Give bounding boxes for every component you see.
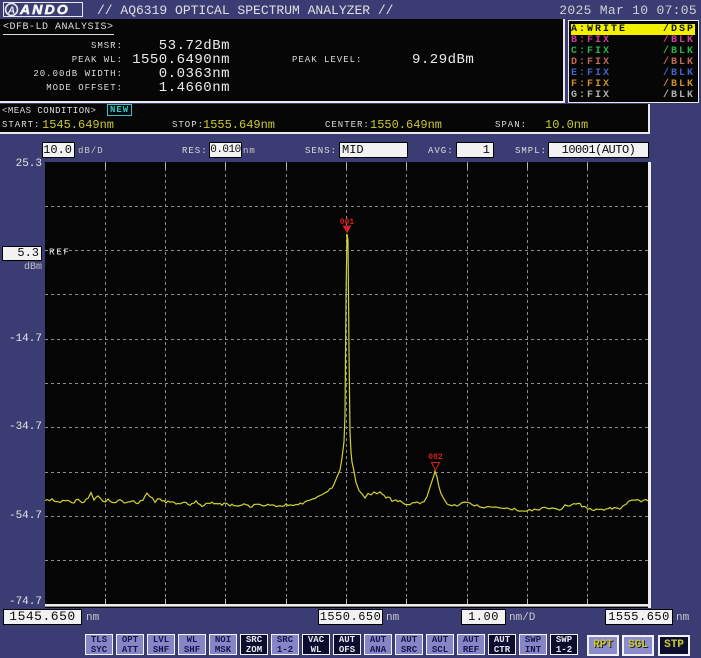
svg-text:A: A: [7, 6, 15, 17]
svg-text:REF: REF: [49, 247, 71, 258]
svg-text:002: 002: [428, 453, 443, 462]
svg-text:ANDO: ANDO: [19, 3, 70, 16]
